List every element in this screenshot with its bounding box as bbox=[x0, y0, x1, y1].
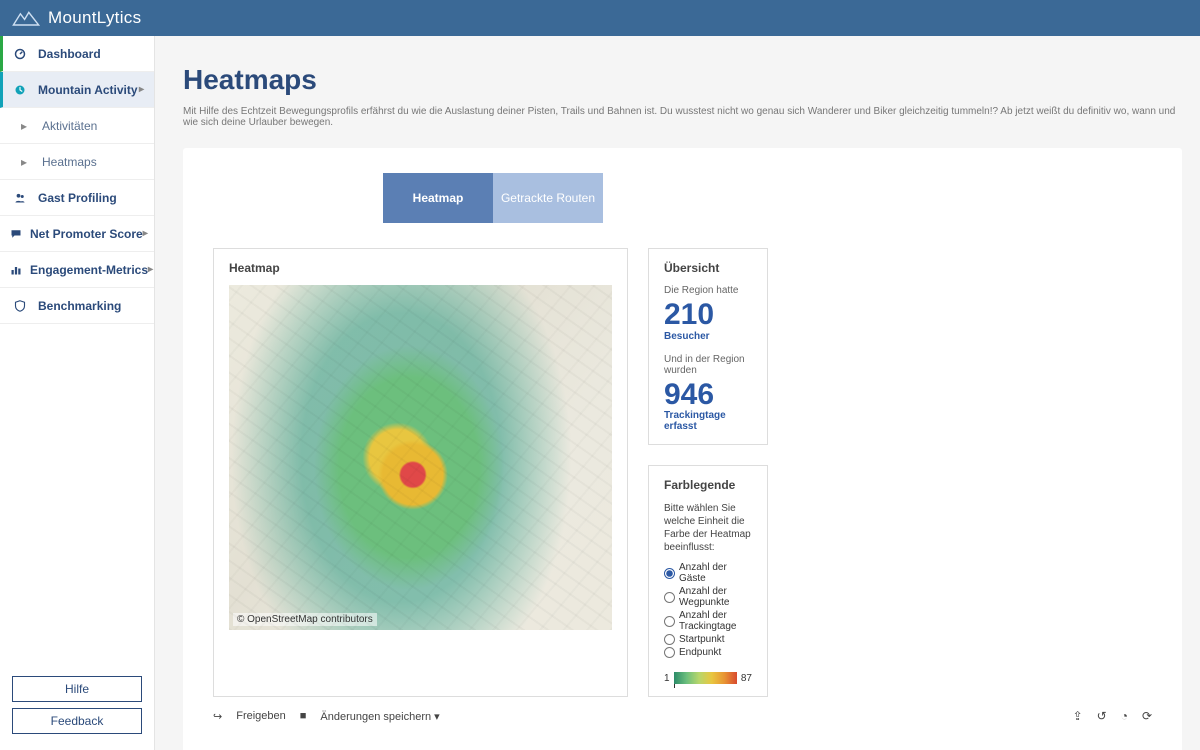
nav-label: Engagement-Metrics bbox=[30, 263, 148, 277]
download-icon[interactable]: ⇪ bbox=[1073, 709, 1083, 723]
radio-end[interactable] bbox=[664, 647, 675, 658]
radio-guests[interactable] bbox=[664, 568, 675, 579]
chat-icon bbox=[10, 228, 22, 240]
sidebar: Dashboard Mountain Activity ▸ ▸ Aktivitä… bbox=[0, 36, 155, 750]
nav-label: Aktivitäten bbox=[42, 119, 97, 133]
trackingdays-label: Trackingtage erfasst bbox=[664, 410, 752, 432]
legend-option-label: Anzahl der Gäste bbox=[679, 562, 752, 584]
overview-line1: Die Region hatte bbox=[664, 285, 752, 296]
tab-heatmap[interactable]: Heatmap bbox=[383, 173, 493, 223]
scale-min: 1 bbox=[664, 673, 670, 684]
refresh-icon[interactable]: ⟳ bbox=[1142, 709, 1152, 723]
nav-aktivitaeten[interactable]: ▸ Aktivitäten bbox=[0, 108, 154, 144]
brand-lockup: MountLytics bbox=[12, 8, 141, 28]
legend-option-label: Endpunkt bbox=[679, 647, 721, 658]
clock-icon bbox=[10, 84, 30, 96]
scale-max: 87 bbox=[741, 673, 752, 684]
nav-gast-profiling[interactable]: Gast Profiling bbox=[0, 180, 154, 216]
nav-engagement[interactable]: Engagement-Metrics ▸ bbox=[0, 252, 154, 288]
overview-title: Übersicht bbox=[664, 261, 752, 275]
nav-label: Mountain Activity bbox=[38, 83, 138, 97]
nav-heatmaps[interactable]: ▸ Heatmaps bbox=[0, 144, 154, 180]
nav-mountain-activity[interactable]: Mountain Activity ▸ bbox=[0, 72, 154, 108]
legend-option-guests[interactable]: Anzahl der Gäste bbox=[664, 562, 752, 584]
heatmap-panel-title: Heatmap bbox=[229, 261, 612, 275]
gradient-bar bbox=[674, 672, 737, 684]
undo-icon[interactable]: ↺ bbox=[1097, 709, 1107, 723]
help-button[interactable]: Hilfe bbox=[12, 676, 142, 702]
nav-label: Benchmarking bbox=[38, 299, 121, 313]
visitor-label: Besucher bbox=[664, 331, 752, 342]
nav-label: Net Promoter Score bbox=[30, 227, 143, 241]
color-scale: 1 87 bbox=[664, 672, 752, 684]
save-changes-button[interactable]: Änderungen speichern ▾ bbox=[320, 710, 439, 723]
legend-option-waypoints[interactable]: Anzahl der Wegpunkte bbox=[664, 586, 752, 608]
nav-label: Dashboard bbox=[38, 47, 101, 61]
legend-option-trackingdays[interactable]: Anzahl der Trackingtage bbox=[664, 610, 752, 632]
sidebar-footer: Hilfe Feedback bbox=[0, 666, 154, 750]
tabbar: Heatmap Getrackte Routen bbox=[383, 173, 1152, 223]
bullet-icon: ■ bbox=[300, 710, 307, 722]
feedback-button[interactable]: Feedback bbox=[12, 708, 142, 734]
legend-option-label: Anzahl der Wegpunkte bbox=[679, 586, 752, 608]
save-label: Änderungen speichern bbox=[320, 711, 431, 723]
users-icon bbox=[10, 192, 30, 204]
visitor-count: 210 bbox=[664, 299, 752, 331]
share-button[interactable]: Freigeben bbox=[236, 710, 286, 722]
nav-benchmarking[interactable]: Benchmarking bbox=[0, 288, 154, 324]
legend-title: Farblegende bbox=[664, 478, 752, 492]
chevron-right-icon: ▸ bbox=[148, 264, 153, 275]
nav-nps[interactable]: Net Promoter Score ▸ bbox=[0, 216, 154, 252]
nav-label: Heatmaps bbox=[42, 155, 97, 169]
content-card: Heatmap Getrackte Routen Heatmap © OpenS… bbox=[183, 148, 1182, 750]
radio-waypoints[interactable] bbox=[664, 592, 675, 603]
nav-dashboard[interactable]: Dashboard bbox=[0, 36, 154, 72]
legend-option-start[interactable]: Startpunkt bbox=[664, 634, 752, 645]
main-content: Heatmaps Mit Hilfe des Echtzeit Bewegung… bbox=[155, 36, 1200, 750]
heatmap-panel: Heatmap © OpenStreetMap contributors bbox=[213, 248, 628, 697]
map-toolbar: ↪ Freigeben ■ Änderungen speichern ▾ ⇪ ↺… bbox=[213, 709, 1152, 723]
legend-option-label: Startpunkt bbox=[679, 634, 725, 645]
nav-label: Gast Profiling bbox=[38, 191, 117, 205]
trackingdays-count: 946 bbox=[664, 379, 752, 411]
overview-panel: Übersicht Die Region hatte 210 Besucher … bbox=[648, 248, 768, 445]
page-title: Heatmaps bbox=[183, 64, 1182, 96]
tab-tracked-routes[interactable]: Getrackte Routen bbox=[493, 173, 603, 223]
brand-name: MountLytics bbox=[48, 8, 141, 28]
caret-icon: ▸ bbox=[14, 155, 34, 169]
legend-option-label: Anzahl der Trackingtage bbox=[679, 610, 752, 632]
chevron-right-icon: ▸ bbox=[139, 84, 144, 95]
main-nav: Dashboard Mountain Activity ▸ ▸ Aktivitä… bbox=[0, 36, 154, 324]
share-icon[interactable]: ↪ bbox=[213, 710, 222, 723]
overview-line2: Und in der Region wurden bbox=[664, 354, 752, 376]
radio-trackingdays[interactable] bbox=[664, 616, 675, 627]
map-attribution: © OpenStreetMap contributors bbox=[233, 613, 377, 626]
clock-small-icon[interactable]: ◔ bbox=[1121, 709, 1128, 723]
heatmap-surface[interactable]: © OpenStreetMap contributors bbox=[229, 285, 612, 630]
caret-icon: ▸ bbox=[14, 119, 34, 133]
legend-option-end[interactable]: Endpunkt bbox=[664, 647, 752, 658]
radio-start[interactable] bbox=[664, 634, 675, 645]
shield-icon bbox=[10, 300, 30, 312]
page-subtitle: Mit Hilfe des Echtzeit Bewegungsprofils … bbox=[183, 106, 1182, 128]
bars-icon bbox=[10, 264, 22, 276]
legend-panel: Farblegende Bitte wählen Sie welche Einh… bbox=[648, 465, 768, 697]
dashboard-icon bbox=[10, 48, 30, 60]
legend-prompt: Bitte wählen Sie welche Einheit die Farb… bbox=[664, 502, 752, 554]
chevron-right-icon: ▸ bbox=[143, 228, 148, 239]
topbar: MountLytics bbox=[0, 0, 1200, 36]
mountain-logo-icon bbox=[12, 9, 40, 27]
